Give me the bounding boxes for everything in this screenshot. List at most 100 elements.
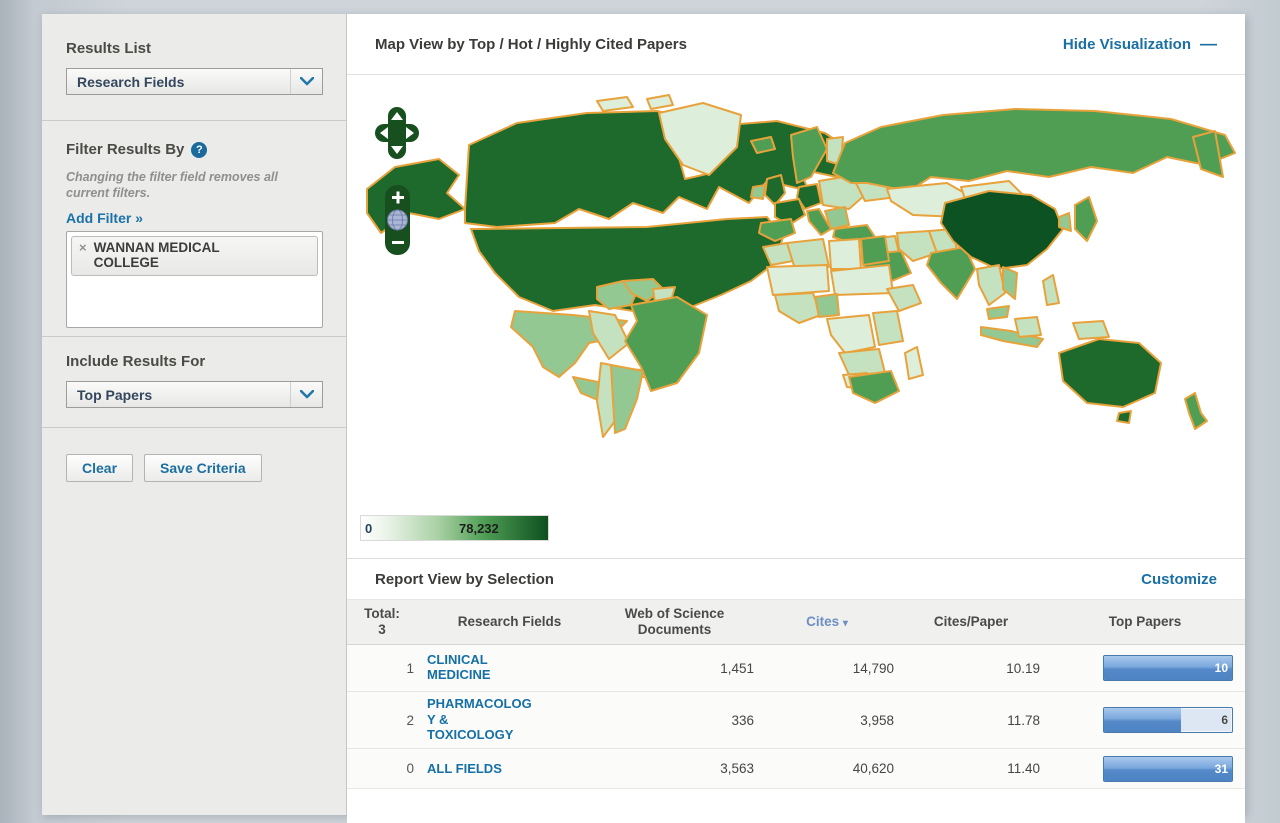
column-header-top-papers[interactable]: Top Papers bbox=[1045, 614, 1245, 630]
country-argentina bbox=[611, 365, 643, 433]
research-field-link[interactable]: ALL FIELDS bbox=[427, 761, 533, 776]
save-criteria-button[interactable]: Save Criteria bbox=[144, 454, 262, 482]
clear-button[interactable]: Clear bbox=[66, 454, 133, 482]
report-title: Report View by Selection bbox=[375, 571, 554, 588]
country-egypt bbox=[861, 236, 889, 265]
table-footer-space bbox=[347, 789, 1245, 823]
research-field-link[interactable]: PHARMACOLOGY & TOXICOLOGY bbox=[427, 696, 533, 742]
zoom-control[interactable] bbox=[385, 185, 410, 255]
country-uk bbox=[765, 175, 785, 205]
top-papers-value: 10 bbox=[1215, 656, 1228, 680]
arctic-island bbox=[597, 97, 633, 111]
bar-fill bbox=[1104, 708, 1181, 732]
row-rank: 0 bbox=[347, 761, 427, 776]
help-icon[interactable]: ? bbox=[191, 142, 207, 158]
results-list-heading: Results List bbox=[66, 40, 322, 57]
zoom-out-icon bbox=[392, 241, 404, 244]
cites-value: 3,958 bbox=[757, 713, 897, 728]
country-australia bbox=[1059, 339, 1161, 407]
bar-fill bbox=[1104, 757, 1232, 781]
map-title: Map View by Top / Hot / Highly Cited Pap… bbox=[375, 36, 687, 53]
report-header: Report View by Selection Customize bbox=[347, 558, 1245, 600]
cites-value: 40,620 bbox=[757, 761, 897, 776]
bar-fill bbox=[1104, 656, 1232, 680]
column-header-research-fields[interactable]: Research Fields bbox=[427, 614, 592, 630]
column-header-cites-sorted[interactable]: Cites ▾ bbox=[757, 614, 897, 630]
region-angola-zambia bbox=[839, 349, 885, 375]
results-list-dropdown[interactable]: Research Fields bbox=[66, 68, 323, 95]
country-sudan bbox=[831, 265, 893, 295]
country-nigeria bbox=[815, 294, 839, 317]
add-filter-link[interactable]: Add Filter » bbox=[66, 210, 143, 226]
total-value: 3 bbox=[353, 622, 411, 638]
include-results-selected: Top Papers bbox=[77, 387, 152, 403]
top-papers-value: 31 bbox=[1215, 757, 1228, 781]
map-color-scale: 0 78,232 bbox=[360, 515, 549, 541]
table-header-row: Total: 3 Research Fields Web of Science … bbox=[347, 600, 1245, 645]
region-myanmar-thailand bbox=[977, 265, 1005, 305]
cites-label: Cites bbox=[806, 614, 839, 629]
row-rank: 1 bbox=[347, 661, 427, 676]
top-papers-bar[interactable]: 6 bbox=[1103, 707, 1233, 733]
chevron-down-icon bbox=[290, 382, 322, 407]
map-controls bbox=[375, 107, 421, 289]
country-ireland bbox=[751, 185, 765, 199]
hide-visualization-link[interactable]: Hide Visualization — bbox=[1063, 34, 1217, 54]
map-header: Map View by Top / Hot / Highly Cited Pap… bbox=[347, 14, 1245, 75]
include-results-dropdown[interactable]: Top Papers bbox=[66, 381, 323, 408]
filter-note: Changing the filter field removes all cu… bbox=[66, 169, 322, 202]
top-papers-bar[interactable]: 10 bbox=[1103, 655, 1233, 681]
filter-chip-label: WANNAN MEDICAL COLLEGE bbox=[94, 240, 269, 271]
top-papers-bar[interactable]: 31 bbox=[1103, 756, 1233, 782]
results-list-section: Results List Research Fields bbox=[42, 14, 346, 121]
world-map[interactable] bbox=[347, 81, 1245, 526]
cites-per-paper-value: 11.40 bbox=[897, 761, 1045, 776]
country-libya bbox=[829, 239, 861, 269]
filter-chip[interactable]: × WANNAN MEDICAL COLLEGE bbox=[71, 236, 318, 276]
table-row: 0 ALL FIELDS 3,563 40,620 11.40 31 bbox=[347, 749, 1245, 789]
map-region: 0 78,232 bbox=[347, 75, 1245, 558]
country-new-zealand bbox=[1185, 393, 1207, 429]
pan-control[interactable] bbox=[375, 107, 419, 159]
country-ethiopia bbox=[887, 285, 921, 311]
docs-value: 1,451 bbox=[592, 661, 757, 676]
include-results-heading: Include Results For bbox=[66, 353, 322, 370]
country-malaysia bbox=[987, 306, 1009, 319]
scale-min-label: 0 bbox=[365, 521, 372, 536]
country-south-korea bbox=[1059, 213, 1071, 231]
top-papers-value: 6 bbox=[1221, 708, 1228, 732]
region-east-africa bbox=[873, 311, 903, 345]
cites-value: 14,790 bbox=[757, 661, 897, 676]
column-header-cites-per-paper[interactable]: Cites/Paper bbox=[897, 614, 1045, 630]
chevron-down-icon bbox=[290, 69, 322, 94]
customize-link[interactable]: Customize bbox=[1141, 571, 1217, 588]
row-rank: 2 bbox=[347, 713, 427, 728]
filter-heading: Filter Results By ? bbox=[66, 141, 322, 158]
total-label: Total: bbox=[353, 606, 411, 622]
column-header-wos-documents[interactable]: Web of Science Documents bbox=[615, 606, 735, 638]
main-content: Map View by Top / Hot / Highly Cited Pap… bbox=[347, 14, 1245, 815]
docs-value: 3,563 bbox=[592, 761, 757, 776]
docs-value: 336 bbox=[592, 713, 757, 728]
arctic-island bbox=[647, 95, 673, 109]
app-panel: Results List Research Fields Filter Resu… bbox=[42, 14, 1245, 815]
filter-list-box: × WANNAN MEDICAL COLLEGE bbox=[66, 231, 323, 328]
remove-filter-icon[interactable]: × bbox=[79, 240, 87, 256]
scale-max-label: 78,232 bbox=[459, 521, 499, 536]
research-field-link[interactable]: CLINICAL MEDICINE bbox=[427, 652, 533, 683]
country-russia bbox=[833, 109, 1235, 191]
sidebar: Results List Research Fields Filter Resu… bbox=[42, 14, 347, 815]
include-results-section: Include Results For Top Papers bbox=[42, 337, 346, 428]
region-sahel bbox=[767, 265, 829, 295]
country-philippines bbox=[1043, 275, 1059, 305]
filter-section: Filter Results By ? Changing the filter … bbox=[42, 121, 346, 337]
country-madagascar bbox=[905, 347, 923, 379]
country-south-africa bbox=[849, 371, 899, 403]
table-row: 1 CLINICAL MEDICINE 1,451 14,790 10.19 1… bbox=[347, 645, 1245, 692]
country-japan bbox=[1075, 197, 1097, 241]
results-list-selected: Research Fields bbox=[77, 74, 184, 90]
region-congo bbox=[827, 315, 875, 353]
collapse-dash-icon: — bbox=[1200, 34, 1217, 54]
filter-heading-label: Filter Results By bbox=[66, 141, 184, 158]
actions-section: Clear Save Criteria bbox=[42, 428, 346, 482]
